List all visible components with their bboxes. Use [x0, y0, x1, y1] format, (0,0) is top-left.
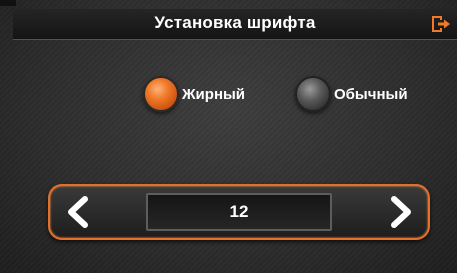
decrease-size-button[interactable] [63, 196, 93, 228]
exit-button[interactable] [430, 14, 452, 34]
corner-fragment [0, 0, 16, 6]
title-bar: Установка шрифта [13, 9, 457, 40]
radio-normal-indicator[interactable] [295, 76, 331, 112]
radio-bold[interactable]: Жирный [143, 76, 245, 112]
font-size-stepper: 12 [48, 184, 430, 240]
font-size-value: 12 [146, 193, 332, 231]
radio-normal-label: Обычный [334, 85, 408, 103]
screen: Установка шрифта Жирный Обычный 12 [0, 0, 457, 273]
page-title: Установка шрифта [154, 13, 316, 32]
radio-bold-indicator[interactable] [143, 76, 179, 112]
arrow-left-icon [68, 196, 88, 228]
exit-icon [432, 16, 450, 32]
radio-bold-label: Жирный [182, 85, 246, 103]
arrow-right-icon [391, 196, 411, 228]
radio-normal[interactable]: Обычный [295, 76, 408, 112]
increase-size-button[interactable] [386, 196, 416, 228]
